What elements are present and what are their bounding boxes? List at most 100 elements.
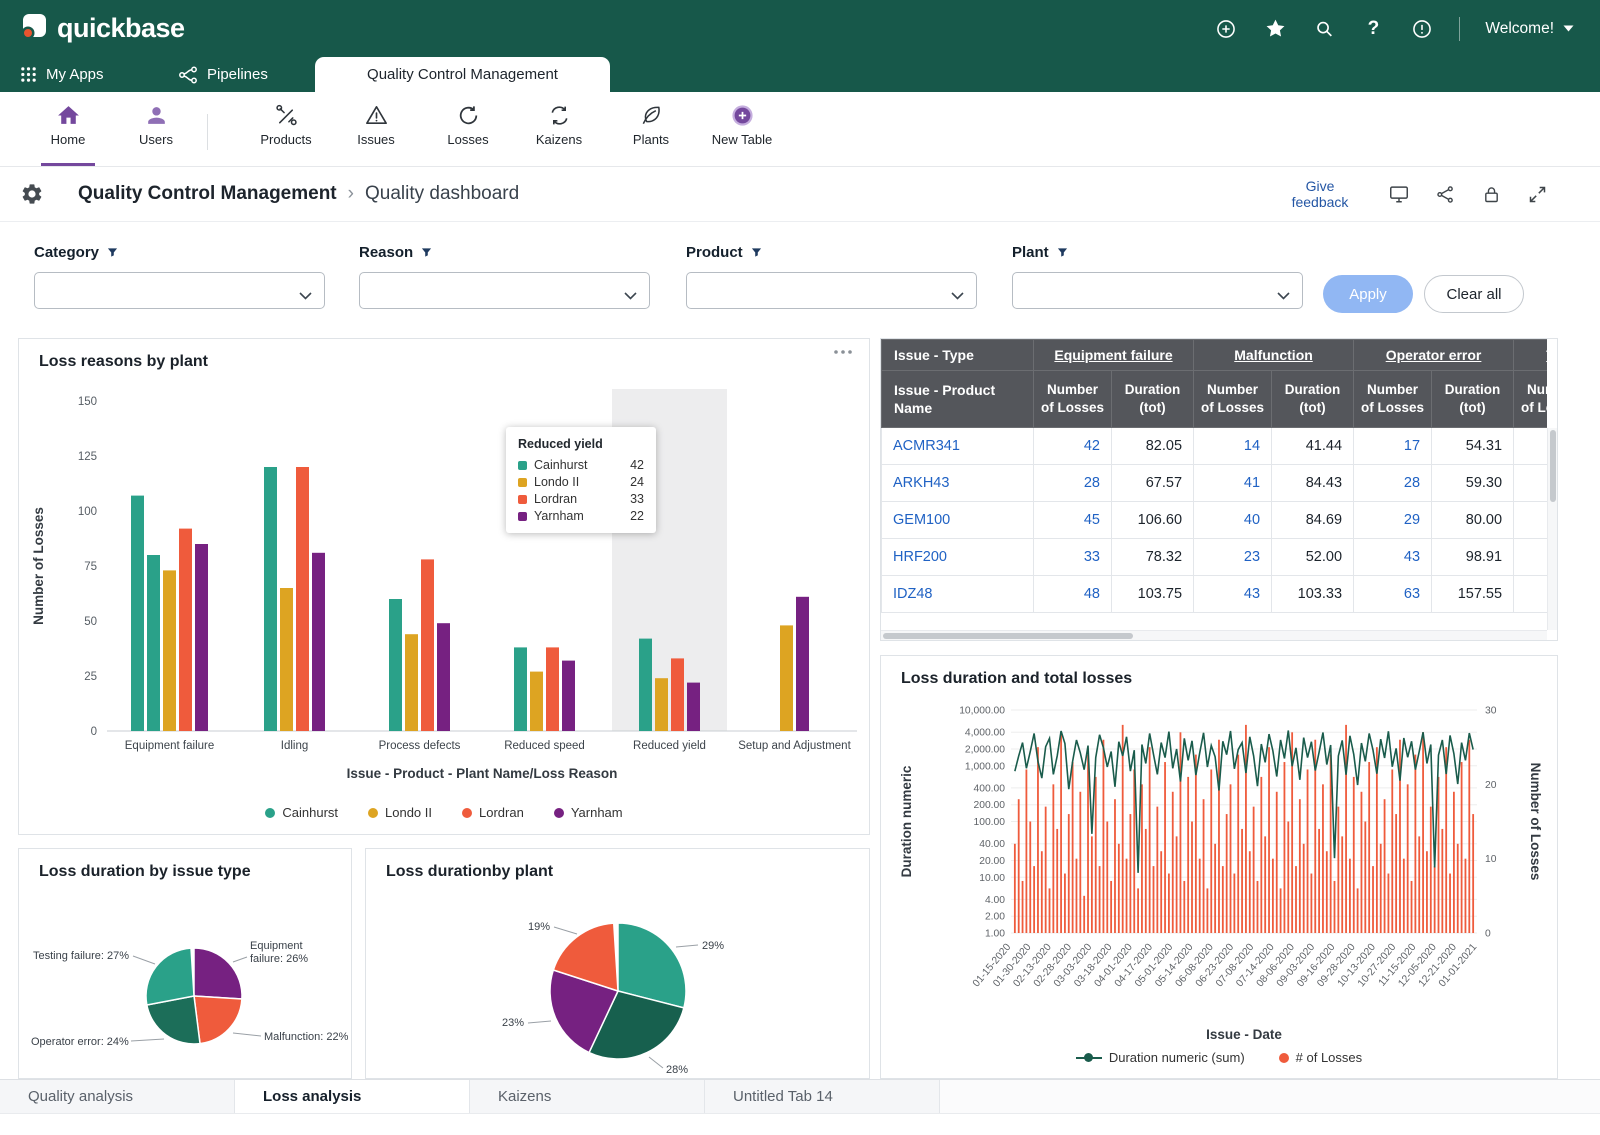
bar[interactable]: [264, 467, 277, 731]
legend-item[interactable]: Cainhurst: [265, 805, 338, 820]
losses-cell[interactable]: 43: [1194, 576, 1272, 613]
losses-cell[interactable]: 48: [1034, 576, 1112, 613]
product-link[interactable]: IDZ48: [882, 576, 1034, 613]
legend-item[interactable]: Londo II: [368, 805, 432, 820]
dashboard-tab-quality-analysis[interactable]: Quality analysis: [0, 1080, 235, 1113]
bar[interactable]: [296, 467, 309, 731]
horizontal-scrollbar[interactable]: [881, 630, 1547, 640]
column-header-cell[interactable]: Number of Losses: [1514, 371, 1547, 428]
welcome-menu[interactable]: Welcome!: [1485, 20, 1574, 38]
plant-select[interactable]: [1012, 272, 1303, 309]
apply-button[interactable]: Apply: [1323, 275, 1413, 313]
losses-cell[interactable]: 41: [1194, 465, 1272, 502]
clear-all-button[interactable]: Clear all: [1424, 275, 1524, 313]
breadcrumb-app[interactable]: Quality Control Management: [78, 183, 337, 205]
legend-item[interactable]: Lordran: [462, 805, 524, 820]
losses-cell[interactable]: 14: [1194, 428, 1272, 465]
bar[interactable]: [280, 588, 293, 731]
dots-menu-icon[interactable]: [831, 345, 855, 364]
losses-cell[interactable]: 17: [1354, 428, 1432, 465]
bar[interactable]: [437, 623, 450, 731]
column-header-cell[interactable]: Number of Losses: [1194, 371, 1272, 428]
pie-slice[interactable]: [146, 948, 194, 1005]
give-feedback-link[interactable]: Give feedback: [1284, 178, 1356, 210]
losses-cell[interactable]: 40: [1194, 502, 1272, 539]
losses-cell[interactable]: 33: [1034, 539, 1112, 576]
filter-funnel-icon[interactable]: [751, 247, 762, 258]
group-header-cell[interactable]: Equipment failure: [1034, 340, 1194, 371]
product-link[interactable]: GEM100: [882, 502, 1034, 539]
reason-select[interactable]: [359, 272, 650, 309]
table-tab-losses[interactable]: Losses: [428, 103, 508, 165]
losses-cell[interactable]: 28: [1034, 465, 1112, 502]
bar[interactable]: [131, 496, 144, 731]
group-header-cell[interactable]: Testing failure: [1514, 340, 1547, 371]
lock-icon[interactable]: [1480, 183, 1502, 205]
filter-funnel-icon[interactable]: [107, 247, 118, 258]
table-tab-issues[interactable]: Issues: [336, 103, 416, 165]
bar[interactable]: [405, 634, 418, 731]
losses-cell[interactable]: 28: [1354, 465, 1432, 502]
bar[interactable]: [312, 553, 325, 731]
product-link[interactable]: ARKH43: [882, 465, 1034, 502]
bar[interactable]: [389, 599, 402, 731]
bar[interactable]: [655, 678, 668, 731]
favorites-star-icon[interactable]: [1263, 17, 1287, 41]
vertical-scrollbar[interactable]: [1547, 428, 1557, 630]
filter-funnel-icon[interactable]: [1057, 247, 1068, 258]
legend-item[interactable]: Duration numeric (sum): [1076, 1050, 1245, 1065]
share-icon[interactable]: [1434, 183, 1456, 205]
bar[interactable]: [195, 544, 208, 731]
column-header-cell[interactable]: Number of Losses: [1034, 371, 1112, 428]
filter-funnel-icon[interactable]: [421, 247, 432, 258]
legend-item[interactable]: # of Losses: [1279, 1050, 1363, 1065]
product-link[interactable]: ACMR341: [882, 428, 1034, 465]
column-header-cell[interactable]: Duration (tot): [1432, 371, 1514, 428]
table-tab-kaizens[interactable]: Kaizens: [519, 103, 599, 165]
losses-cell[interactable]: 23: [1194, 539, 1272, 576]
settings-gear-button[interactable]: [20, 182, 44, 206]
pie-slice[interactable]: [194, 996, 242, 1044]
category-select[interactable]: [34, 272, 325, 309]
losses-cell[interactable]: 63: [1354, 576, 1432, 613]
legend-item[interactable]: Yarnham: [554, 805, 623, 820]
dashboard-tab-loss-analysis[interactable]: Loss analysis: [235, 1080, 470, 1113]
bar[interactable]: [562, 661, 575, 731]
product-link[interactable]: HRF200: [882, 539, 1034, 576]
bar[interactable]: [147, 555, 160, 731]
column-header-cell[interactable]: Number of Losses: [1354, 371, 1432, 428]
help-icon[interactable]: ?: [1361, 17, 1385, 41]
bar[interactable]: [796, 597, 809, 731]
table-tab-plants[interactable]: Plants: [611, 103, 691, 165]
bar[interactable]: [179, 529, 192, 731]
new-table-button[interactable]: New Table: [690, 103, 794, 165]
losses-cell[interactable]: 29: [1354, 502, 1432, 539]
bar[interactable]: [530, 672, 543, 731]
bar[interactable]: [421, 559, 434, 731]
add-icon[interactable]: [1214, 17, 1238, 41]
my-apps-nav[interactable]: My Apps: [20, 57, 104, 92]
bar[interactable]: [639, 639, 652, 731]
bar[interactable]: [546, 647, 559, 731]
losses-cell[interactable]: 45: [1034, 502, 1112, 539]
table-tab-products[interactable]: Products: [246, 103, 326, 165]
column-header-cell[interactable]: Issue - Product Name: [882, 371, 1034, 428]
dashboard-tab-untitled-14[interactable]: Untitled Tab 14: [705, 1080, 940, 1113]
bar[interactable]: [671, 658, 684, 731]
dashboard-tab-kaizens[interactable]: Kaizens: [470, 1080, 705, 1113]
pipelines-nav[interactable]: Pipelines: [178, 57, 268, 92]
column-header-cell[interactable]: Duration (tot): [1112, 371, 1194, 428]
losses-cell[interactable]: 42: [1034, 428, 1112, 465]
scrollbar-thumb[interactable]: [1550, 430, 1556, 502]
product-select[interactable]: [686, 272, 977, 309]
presentation-icon[interactable]: [1388, 183, 1410, 205]
app-tab-quality-control-management[interactable]: Quality Control Management: [315, 57, 610, 92]
pie-slice[interactable]: [194, 948, 242, 999]
notifications-icon[interactable]: [1410, 17, 1434, 41]
quickbase-brand[interactable]: quickbase: [20, 12, 185, 45]
group-header-cell[interactable]: Operator error: [1354, 340, 1514, 371]
column-header-cell[interactable]: Duration (tot): [1272, 371, 1354, 428]
bar[interactable]: [687, 683, 700, 731]
expand-icon[interactable]: [1526, 183, 1548, 205]
bar[interactable]: [780, 625, 793, 731]
